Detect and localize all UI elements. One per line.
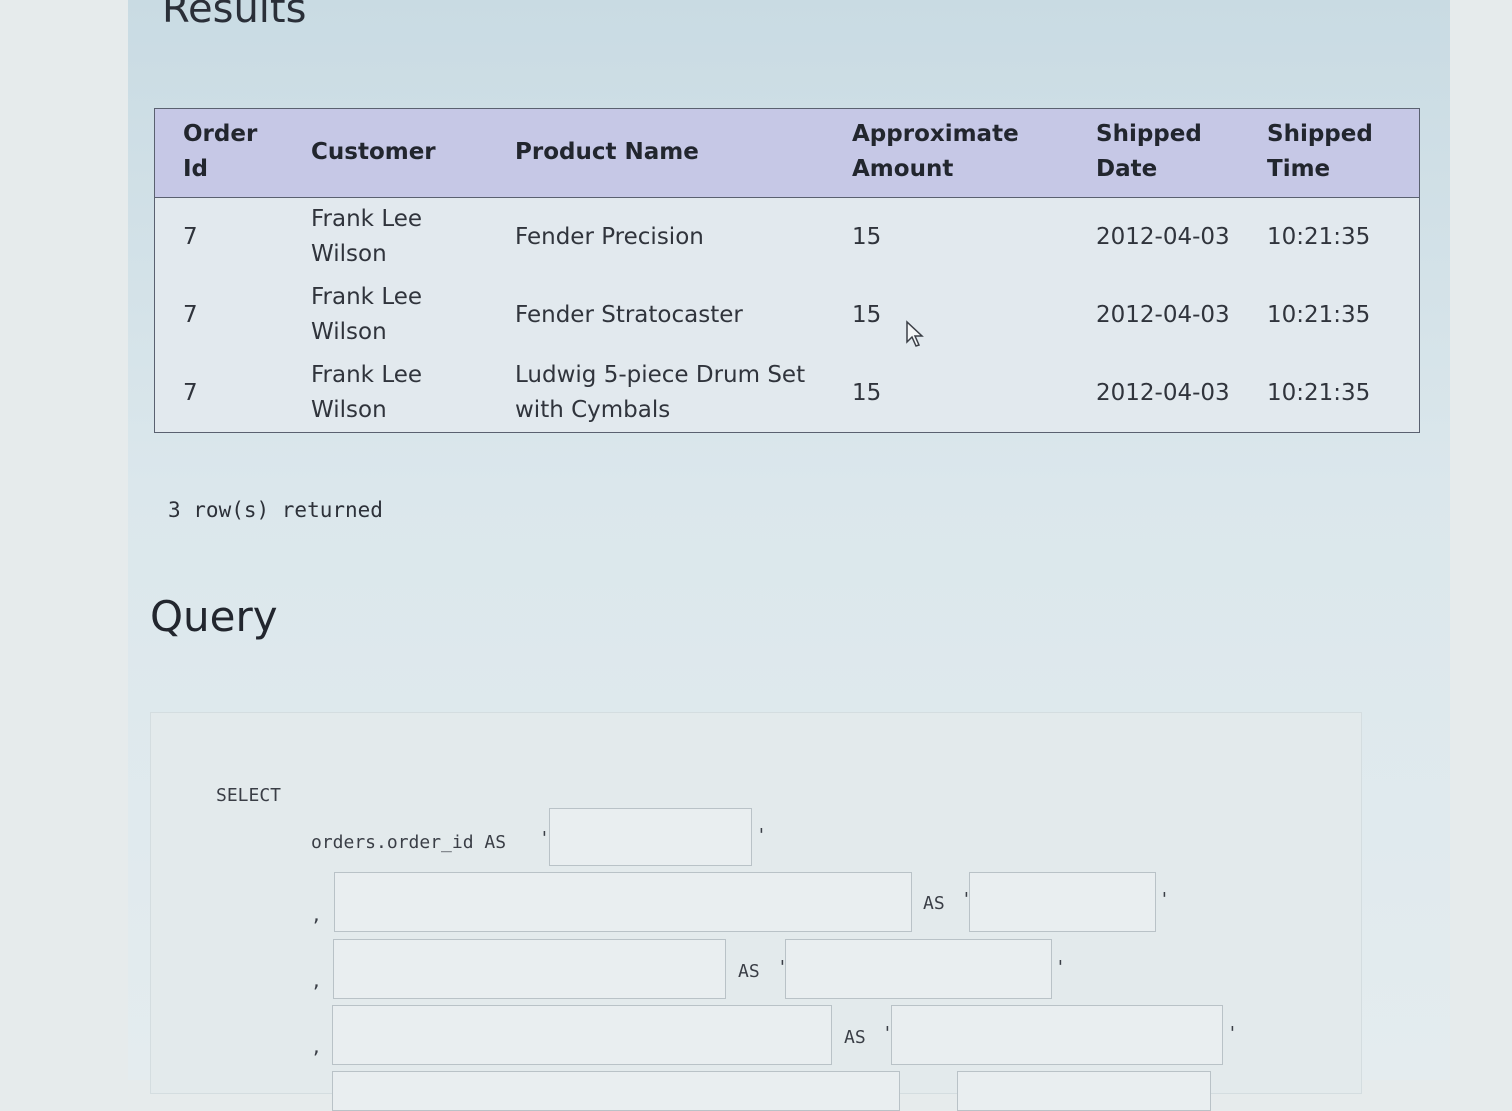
column-header-customer[interactable]: Customer bbox=[299, 108, 503, 198]
expression-field-5[interactable] bbox=[332, 1071, 900, 1111]
column-header-order-id[interactable]: Order Id bbox=[154, 108, 299, 198]
cell-order-id: 7 bbox=[183, 223, 198, 250]
table-row: 7 Frank Lee Wilson Fender Stratocaster 1… bbox=[155, 276, 1420, 354]
as-keyword: AS bbox=[844, 1027, 866, 1048]
column-header-shipped-date[interactable]: Shipped Date bbox=[1084, 108, 1255, 198]
alias-field-1[interactable] bbox=[549, 808, 752, 866]
as-keyword: AS bbox=[923, 893, 945, 914]
cell-order-id: 7 bbox=[183, 379, 198, 406]
cell-amount: 15 bbox=[852, 223, 882, 250]
cell-shipped-date: 2012-04-03 bbox=[1096, 301, 1230, 328]
mouse-pointer-icon bbox=[906, 320, 924, 347]
cell-product-name: Fender Stratocaster bbox=[515, 301, 743, 328]
column-header-approximate-amount[interactable]: Approximate Amount bbox=[840, 108, 1084, 198]
alias-field-5[interactable] bbox=[957, 1071, 1211, 1111]
alias-field-3[interactable] bbox=[785, 939, 1052, 999]
alias-field-2[interactable] bbox=[969, 872, 1156, 932]
table-row: 7 Frank Lee Wilson Fender Precision 15 2… bbox=[155, 198, 1420, 277]
column-header-product-name[interactable]: Product Name bbox=[503, 108, 840, 198]
cell-shipped-time: 10:21:35 bbox=[1267, 301, 1371, 328]
alias-field-4[interactable] bbox=[891, 1005, 1223, 1065]
page: Results Order Id Customer Product Name A… bbox=[128, 0, 1450, 1111]
table-row: 7 Frank Lee Wilson Ludwig 5-piece Drum S… bbox=[155, 354, 1420, 433]
cell-amount: 15 bbox=[852, 301, 882, 328]
expression-field-3[interactable] bbox=[333, 939, 726, 999]
comma: , bbox=[311, 1037, 322, 1058]
as-keyword: AS bbox=[738, 961, 760, 982]
close-quote: ' bbox=[1055, 957, 1066, 978]
results-table: Order Id Customer Product Name Approxima… bbox=[154, 108, 1420, 433]
cell-order-id: 7 bbox=[183, 301, 198, 328]
close-quote: ' bbox=[756, 825, 767, 846]
cell-shipped-time: 10:21:35 bbox=[1267, 223, 1371, 250]
cell-product-name: Ludwig 5-piece Drum Set with Cymbals bbox=[515, 362, 806, 423]
cell-product-name: Fender Precision bbox=[515, 223, 704, 250]
column-header-shipped-time[interactable]: Shipped Time bbox=[1255, 108, 1420, 198]
cell-customer: Frank Lee Wilson bbox=[311, 362, 423, 423]
close-quote: ' bbox=[1159, 889, 1170, 910]
table-header-row: Order Id Customer Product Name Approxima… bbox=[154, 108, 1420, 198]
results-title: Results bbox=[162, 0, 307, 32]
query-title: Query bbox=[150, 592, 278, 641]
query-builder-panel: SELECT orders.order_id AS ' ' , AS ' ' ,… bbox=[150, 712, 1362, 1111]
first-column-expression: orders.order_id AS bbox=[311, 832, 507, 853]
row-count-text: 3 row(s) returned bbox=[168, 498, 383, 522]
cell-amount: 15 bbox=[852, 379, 882, 406]
close-quote: ' bbox=[1227, 1023, 1238, 1044]
cell-customer: Frank Lee Wilson bbox=[311, 206, 423, 267]
expression-field-4[interactable] bbox=[332, 1005, 832, 1065]
expression-field-2[interactable] bbox=[334, 872, 912, 932]
cell-shipped-date: 2012-04-03 bbox=[1096, 379, 1230, 406]
cell-shipped-date: 2012-04-03 bbox=[1096, 223, 1230, 250]
comma: , bbox=[311, 905, 322, 926]
comma: , bbox=[311, 971, 322, 992]
cell-shipped-time: 10:21:35 bbox=[1267, 379, 1371, 406]
select-keyword: SELECT bbox=[216, 785, 282, 806]
cell-customer: Frank Lee Wilson bbox=[311, 284, 423, 345]
